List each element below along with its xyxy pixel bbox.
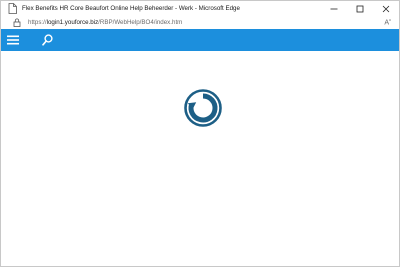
window-titlebar: Flex Benefits HR Core Beaufort Online He… xyxy=(1,1,399,16)
loading-spinner-icon xyxy=(184,89,222,127)
browser-window: Flex Benefits HR Core Beaufort Online He… xyxy=(0,0,400,267)
close-icon[interactable] xyxy=(373,1,399,16)
window-title: Flex Benefits HR Core Beaufort Online He… xyxy=(22,5,240,12)
lock-icon[interactable] xyxy=(12,18,22,28)
read-aloud-icon[interactable]: Aʌ xyxy=(384,17,391,26)
address-bar[interactable]: https://login1.youforce.biz/RBP/WebHelp/… xyxy=(1,16,399,29)
hamburger-menu-icon[interactable] xyxy=(6,33,20,47)
url-path: /RBP/WebHelp/BO4/index.htm xyxy=(98,19,183,26)
search-icon[interactable] xyxy=(40,33,54,47)
minimize-icon[interactable] xyxy=(321,1,347,16)
help-toolbar xyxy=(1,29,399,51)
window-controls xyxy=(321,1,399,16)
url-host: login1.youforce.biz xyxy=(46,19,99,26)
maximize-icon[interactable] xyxy=(347,1,373,16)
page-icon xyxy=(6,3,18,15)
url-scheme: https:// xyxy=(28,19,47,26)
help-content-area xyxy=(1,51,399,266)
url-text[interactable]: https://login1.youforce.biz/RBP/WebHelp/… xyxy=(28,19,182,26)
